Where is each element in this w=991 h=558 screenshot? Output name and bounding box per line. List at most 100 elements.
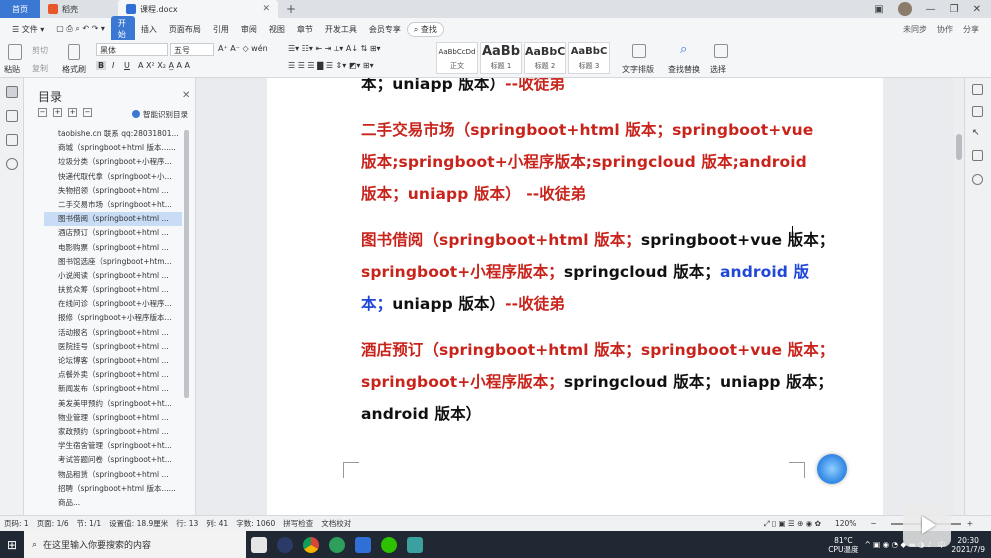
- wps-icon[interactable]: [350, 531, 376, 558]
- close-icon[interactable]: ✕: [182, 90, 190, 101]
- font-size-buttons[interactable]: A⁺ A⁻ ◇ wén: [218, 44, 268, 53]
- smart-toc-button[interactable]: 智能识别目录: [132, 109, 188, 120]
- adjust-icon[interactable]: [972, 150, 983, 161]
- share-button[interactable]: 分享: [963, 24, 979, 35]
- zoom-in-icon[interactable]: +: [967, 519, 973, 528]
- tab-home[interactable]: 首页: [0, 0, 40, 18]
- format-painter-icon[interactable]: [68, 44, 80, 60]
- tab-docer[interactable]: 稻壳: [40, 0, 118, 18]
- align-buttons[interactable]: ☰ ☰ ☰ ▇ ☰ ⇕▾ ◩▾ ⊞▾: [288, 61, 374, 70]
- underline-button[interactable]: U: [124, 61, 130, 70]
- document-line[interactable]: 本；uniapp 版本）--收徒弟: [361, 292, 565, 314]
- taskbar-app-1[interactable]: [246, 531, 272, 558]
- toc-item[interactable]: 物品租赁（springboot+html ...: [44, 468, 182, 482]
- toc-item[interactable]: 电影购票（springboot+html ...: [44, 241, 182, 255]
- style-heading-2[interactable]: AaBbC 标题 2: [524, 42, 566, 74]
- menu-insert[interactable]: 插入: [135, 24, 163, 35]
- toc-item[interactable]: 新闻发布（springboot+html ...: [44, 382, 182, 396]
- bold-button[interactable]: B: [96, 61, 107, 70]
- toc-item[interactable]: 医院挂号（springboot+html ...: [44, 340, 182, 354]
- view-mode-icons[interactable]: ⤢ ▯ ▣ ☰ ⊕ ◉ ✿: [764, 519, 821, 529]
- paste-label[interactable]: 粘贴: [4, 64, 20, 75]
- toc-item[interactable]: 扶贫众筹（springboot+html ...: [44, 283, 182, 297]
- menu-page-layout[interactable]: 页面布局: [163, 24, 207, 35]
- help-icon[interactable]: [972, 174, 983, 185]
- document-page[interactable]: 本；uniapp 版本）--收徒弟 二手交易市场（springboot+html …: [267, 78, 883, 515]
- zoom-out-icon[interactable]: −: [870, 519, 876, 528]
- windows-start-icon[interactable]: ⊞: [0, 531, 24, 558]
- menu-references[interactable]: 引用: [207, 24, 235, 35]
- toc-item[interactable]: 在线问诊（springboot+小程序...: [44, 297, 182, 311]
- zoom-level[interactable]: 120%: [835, 519, 856, 528]
- edit-icon[interactable]: [972, 106, 983, 117]
- avatar[interactable]: [897, 2, 912, 16]
- toc-item[interactable]: 物业管理（springboot+html ...: [44, 411, 182, 425]
- cpu-temp[interactable]: 81°C CPU温度: [828, 536, 858, 554]
- document-line[interactable]: 版本；uniapp 版本） --收徒弟: [361, 182, 586, 204]
- toc-panel-icon[interactable]: [6, 86, 18, 98]
- toc-item[interactable]: 商城（springboot+html 版本......: [44, 141, 182, 155]
- collapse-panel-icon[interactable]: [972, 84, 983, 95]
- clock[interactable]: 20:30 2021/7/9: [951, 536, 985, 554]
- taskbar-app-2[interactable]: [272, 531, 298, 558]
- text-layout-icon[interactable]: [632, 44, 646, 58]
- scroll-thumb[interactable]: [956, 134, 962, 160]
- sync-status[interactable]: 未同步: [903, 24, 927, 35]
- menu-developer[interactable]: 开发工具: [319, 24, 363, 35]
- assistant-button[interactable]: [817, 454, 847, 484]
- style-heading-1[interactable]: AaBb 标题 1: [480, 42, 522, 74]
- find-replace-button[interactable]: 查找替换: [668, 64, 700, 75]
- toc-item[interactable]: 家政预约（springboot+html ...: [44, 425, 182, 439]
- menu-view[interactable]: 视图: [263, 24, 291, 35]
- toc-item[interactable]: 点餐外卖（springboot+html ...: [44, 368, 182, 382]
- toc-item[interactable]: 活动报名（springboot+html ...: [44, 326, 182, 340]
- toc-item[interactable]: 考试答题问卷（springboot+ht...: [44, 453, 182, 467]
- expand-icon[interactable]: +: [53, 108, 62, 117]
- toc-item[interactable]: 招聘（springboot+html 版本......: [44, 482, 182, 496]
- menu-start[interactable]: 开始: [110, 15, 135, 43]
- toc-item[interactable]: 论坛博客（springboot+html ...: [44, 354, 182, 368]
- taskbar-app-7[interactable]: [402, 531, 428, 558]
- layout-icon[interactable]: ▣: [874, 4, 883, 15]
- status-item[interactable]: 拼写检查: [283, 518, 313, 529]
- document-line[interactable]: 二手交易市场（springboot+html 版本；springboot+vue: [361, 118, 813, 140]
- taskbar-app-4[interactable]: [324, 531, 350, 558]
- document-line[interactable]: springboot+小程序版本；springcloud 版本；uniapp 版…: [361, 370, 833, 392]
- font-effect-buttons[interactable]: A X² X₂ A̲ A A: [138, 61, 190, 70]
- collapse-icon[interactable]: −: [38, 108, 47, 117]
- wechat-icon[interactable]: [376, 531, 402, 558]
- style-heading-3[interactable]: AaBbC 标题 3: [568, 42, 610, 74]
- toc-item[interactable]: taobishe.cn 联系 qq:28031801...: [44, 127, 182, 141]
- play-button[interactable]: [903, 503, 951, 547]
- document-line[interactable]: springboot+小程序版本；springcloud 版本；android …: [361, 260, 809, 282]
- italic-button[interactable]: I: [112, 61, 114, 70]
- new-tab-button[interactable]: +: [278, 2, 304, 16]
- document-canvas[interactable]: 本；uniapp 版本）--收徒弟 二手交易市场（springboot+html …: [197, 78, 954, 515]
- document-line[interactable]: android 版本）: [361, 402, 481, 424]
- quick-access-icons[interactable]: ▢ ⎙ ⌕ ↶ ↷ ▾: [50, 24, 111, 34]
- menu-vip[interactable]: 会员专享: [363, 24, 407, 35]
- vertical-scrollbar[interactable]: [954, 78, 964, 515]
- select-icon[interactable]: [714, 44, 728, 58]
- font-size-select[interactable]: 五号: [170, 43, 214, 56]
- toc-item[interactable]: 学生宿舍管理（springboot+ht...: [44, 439, 182, 453]
- document-line[interactable]: 酒店预订（springboot+html 版本；springboot+vue 版…: [361, 338, 834, 360]
- restore-icon[interactable]: ❐: [950, 4, 959, 15]
- close-window-icon[interactable]: ✕: [973, 4, 981, 15]
- toc-item[interactable]: 图书馆选座（springboot+htm...: [44, 255, 182, 269]
- menu-chapter[interactable]: 章节: [291, 24, 319, 35]
- cut-button[interactable]: 剪切: [32, 45, 48, 56]
- cursor-icon[interactable]: ↖: [972, 128, 983, 139]
- taskbar-search[interactable]: ⌕ 在这里输入你要搜索的内容: [24, 531, 246, 558]
- paste-icon[interactable]: [8, 44, 22, 60]
- toc-item[interactable]: 报修（springboot+小程序版本...: [44, 311, 182, 325]
- status-item[interactable]: 文档校对: [321, 518, 351, 529]
- tab-document[interactable]: 课程.docx ✕: [118, 0, 278, 18]
- toc-item[interactable]: 图书借阅（springboot+html ...: [44, 212, 182, 227]
- font-name-select[interactable]: 黑体: [96, 43, 168, 56]
- toc-item[interactable]: 美发美甲预约（springboot+ht...: [44, 397, 182, 411]
- style-normal[interactable]: AaBbCcDd 正文: [436, 42, 478, 74]
- minimize-icon[interactable]: —: [926, 4, 936, 15]
- toc-item[interactable]: 快递代取代拿（springboot+小...: [44, 170, 182, 184]
- list-buttons[interactable]: ☰▾ ☷▾ ⇤ ⇥ ⟂▾ A↓ ⇅ ⊞▾: [288, 44, 381, 54]
